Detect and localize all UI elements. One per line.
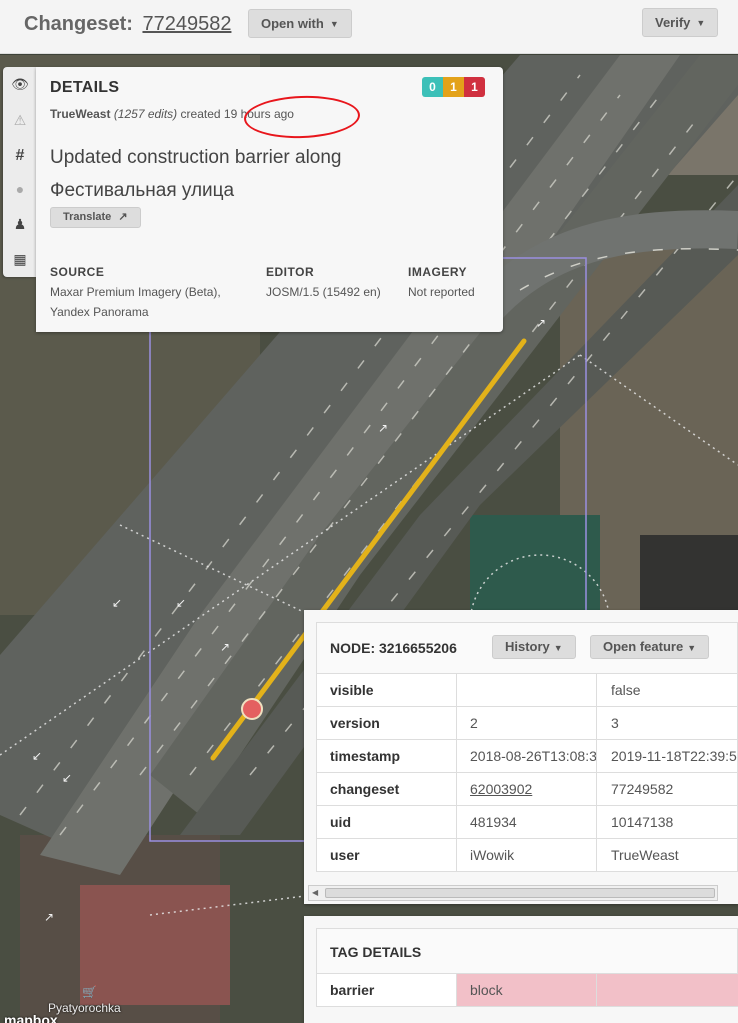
table-row: visible false xyxy=(316,674,738,707)
horizontal-scrollbar[interactable]: ◀ xyxy=(308,885,718,901)
svg-text:↗: ↗ xyxy=(536,316,546,330)
editor-column: EDITOR JOSM/1.5 (15492 en) xyxy=(266,262,381,302)
changeset-title: Changeset: 77249582 xyxy=(24,13,231,36)
table-row: barrier block xyxy=(316,974,738,1007)
row-key: changeset xyxy=(317,773,457,805)
editor-label: EDITOR xyxy=(266,265,315,279)
map-icon[interactable]: ▦ xyxy=(11,250,29,268)
flag-badges: 0 1 1 xyxy=(422,77,485,97)
chevron-down-icon: ▼ xyxy=(553,643,563,653)
imagery-column: IMAGERY Not reported xyxy=(408,262,475,302)
row-old-value: 481934 xyxy=(457,806,597,838)
mapbox-logo[interactable]: mapbox xyxy=(4,1012,58,1023)
node-panel: NODE: 3216655206 History ▼ Open feature ▼ … xyxy=(304,610,738,904)
details-title: DETAILS xyxy=(50,79,120,96)
tag-new-value xyxy=(597,974,738,1006)
node-header: NODE: 3216655206 History ▼ Open feature ▼ xyxy=(316,622,738,674)
row-new-value: 3 xyxy=(611,715,619,731)
source-value-1: Maxar Premium Imagery (Beta), xyxy=(50,285,221,299)
scrollbar-thumb[interactable] xyxy=(325,888,715,898)
user-link[interactable]: TrueWeast xyxy=(50,107,110,121)
svg-text:↙: ↙ xyxy=(112,596,122,610)
tag-key: barrier xyxy=(317,974,457,1006)
top-bar: Changeset: 77249582 Open with ▼ Verify ▼ xyxy=(0,0,738,54)
table-row: version 2 3 xyxy=(316,707,738,740)
hand-drawn-circle xyxy=(243,93,361,141)
details-tab-rail: 👁 ⚠ # ● ♟ ▦ xyxy=(3,67,36,277)
source-value-2: Yandex Panorama xyxy=(50,305,149,319)
details-panel: DETAILS 0 1 1 TrueWeast (1257 edits) cre… xyxy=(36,67,503,332)
verify-label: Verify xyxy=(655,15,691,30)
history-button[interactable]: History ▼ xyxy=(492,635,576,659)
eye-icon[interactable]: 👁 xyxy=(11,75,29,93)
open-feature-button[interactable]: Open feature ▼ xyxy=(590,635,710,659)
row-key: timestamp xyxy=(317,740,457,772)
warning-icon[interactable]: ⚠ xyxy=(11,111,29,129)
imagery-label: IMAGERY xyxy=(408,265,468,279)
svg-text:↗: ↗ xyxy=(220,640,230,654)
table-row: changeset 62003902 77249582 xyxy=(316,773,738,806)
tag-details-header: TAG DETAILS xyxy=(316,928,738,974)
poi-label: Pyatyorochka xyxy=(48,1001,121,1015)
changeset-id-link[interactable]: 77249582 xyxy=(142,13,231,35)
history-label: History xyxy=(505,639,550,654)
row-old-value: iWowik xyxy=(457,839,597,871)
old-changeset-link[interactable]: 62003902 xyxy=(457,773,597,805)
row-new-value: 2019-11-18T22:39:5 xyxy=(611,748,737,764)
changeset-comment: Updated construction barrier along Фести… xyxy=(50,147,342,201)
svg-text:↙: ↙ xyxy=(176,596,186,610)
translate-label: Translate xyxy=(63,211,112,223)
chevron-down-icon: ▼ xyxy=(687,643,697,653)
badge-modify-count: 1 xyxy=(443,77,464,97)
table-row: timestamp 2018-08-26T13:08:36Z 2019-11-1… xyxy=(316,740,738,773)
edit-count: (1257 edits) xyxy=(113,107,178,121)
svg-text:↙: ↙ xyxy=(32,749,42,763)
row-old-value: 2 xyxy=(457,707,597,739)
row-key: visible xyxy=(317,674,457,706)
row-new-value: false xyxy=(611,682,641,698)
badge-delete-count: 1 xyxy=(464,77,485,97)
scroll-left-icon[interactable]: ◀ xyxy=(312,886,318,900)
node-title: NODE: 3216655206 xyxy=(330,640,457,656)
external-link-icon: ↗ xyxy=(118,211,128,223)
node-diff-table: visible false version 2 3 timestamp 2018… xyxy=(316,674,738,872)
row-key: version xyxy=(317,707,457,739)
row-new-value: TrueWeast xyxy=(611,847,679,863)
row-new-value: 10147138 xyxy=(611,814,674,830)
user-icon[interactable]: ♟ xyxy=(11,215,29,233)
editor-value: JOSM/1.5 (15492 en) xyxy=(266,285,381,299)
translate-button[interactable]: Translate ↗ xyxy=(50,207,141,228)
shopping-cart-icon: 🛒 xyxy=(82,985,97,999)
chevron-down-icon: ▼ xyxy=(696,18,706,28)
chevron-down-icon: ▼ xyxy=(329,19,339,29)
created-text: created xyxy=(180,107,221,121)
row-old-value xyxy=(457,674,597,706)
table-row: uid 481934 10147138 xyxy=(316,806,738,839)
tag-old-value: block xyxy=(457,974,597,1006)
svg-text:↗: ↗ xyxy=(378,421,388,435)
source-label: SOURCE xyxy=(50,265,105,279)
source-column: SOURCE Maxar Premium Imagery (Beta), Yan… xyxy=(50,262,221,322)
imagery-value: Not reported xyxy=(408,285,475,299)
hash-icon[interactable]: # xyxy=(11,147,29,165)
row-new-value: 77249582 xyxy=(611,781,674,797)
row-key: uid xyxy=(317,806,457,838)
row-key: user xyxy=(317,839,457,871)
open-with-label: Open with xyxy=(261,16,324,31)
tag-details-title: TAG DETAILS xyxy=(330,944,422,960)
svg-text:↗: ↗ xyxy=(44,910,54,924)
table-row: user iWowik TrueWeast xyxy=(316,839,738,872)
changeset-label: Changeset: xyxy=(24,13,133,35)
open-feature-label: Open feature xyxy=(603,639,684,654)
verify-button[interactable]: Verify ▼ xyxy=(642,8,719,37)
comment-icon[interactable]: ● xyxy=(11,180,29,198)
open-with-button[interactable]: Open with ▼ xyxy=(248,9,352,38)
row-old-value: 2018-08-26T13:08:36Z xyxy=(457,740,597,772)
tag-details-panel: TAG DETAILS barrier block xyxy=(304,916,738,1023)
badge-create-count: 0 xyxy=(422,77,443,97)
svg-text:↙: ↙ xyxy=(62,771,72,785)
